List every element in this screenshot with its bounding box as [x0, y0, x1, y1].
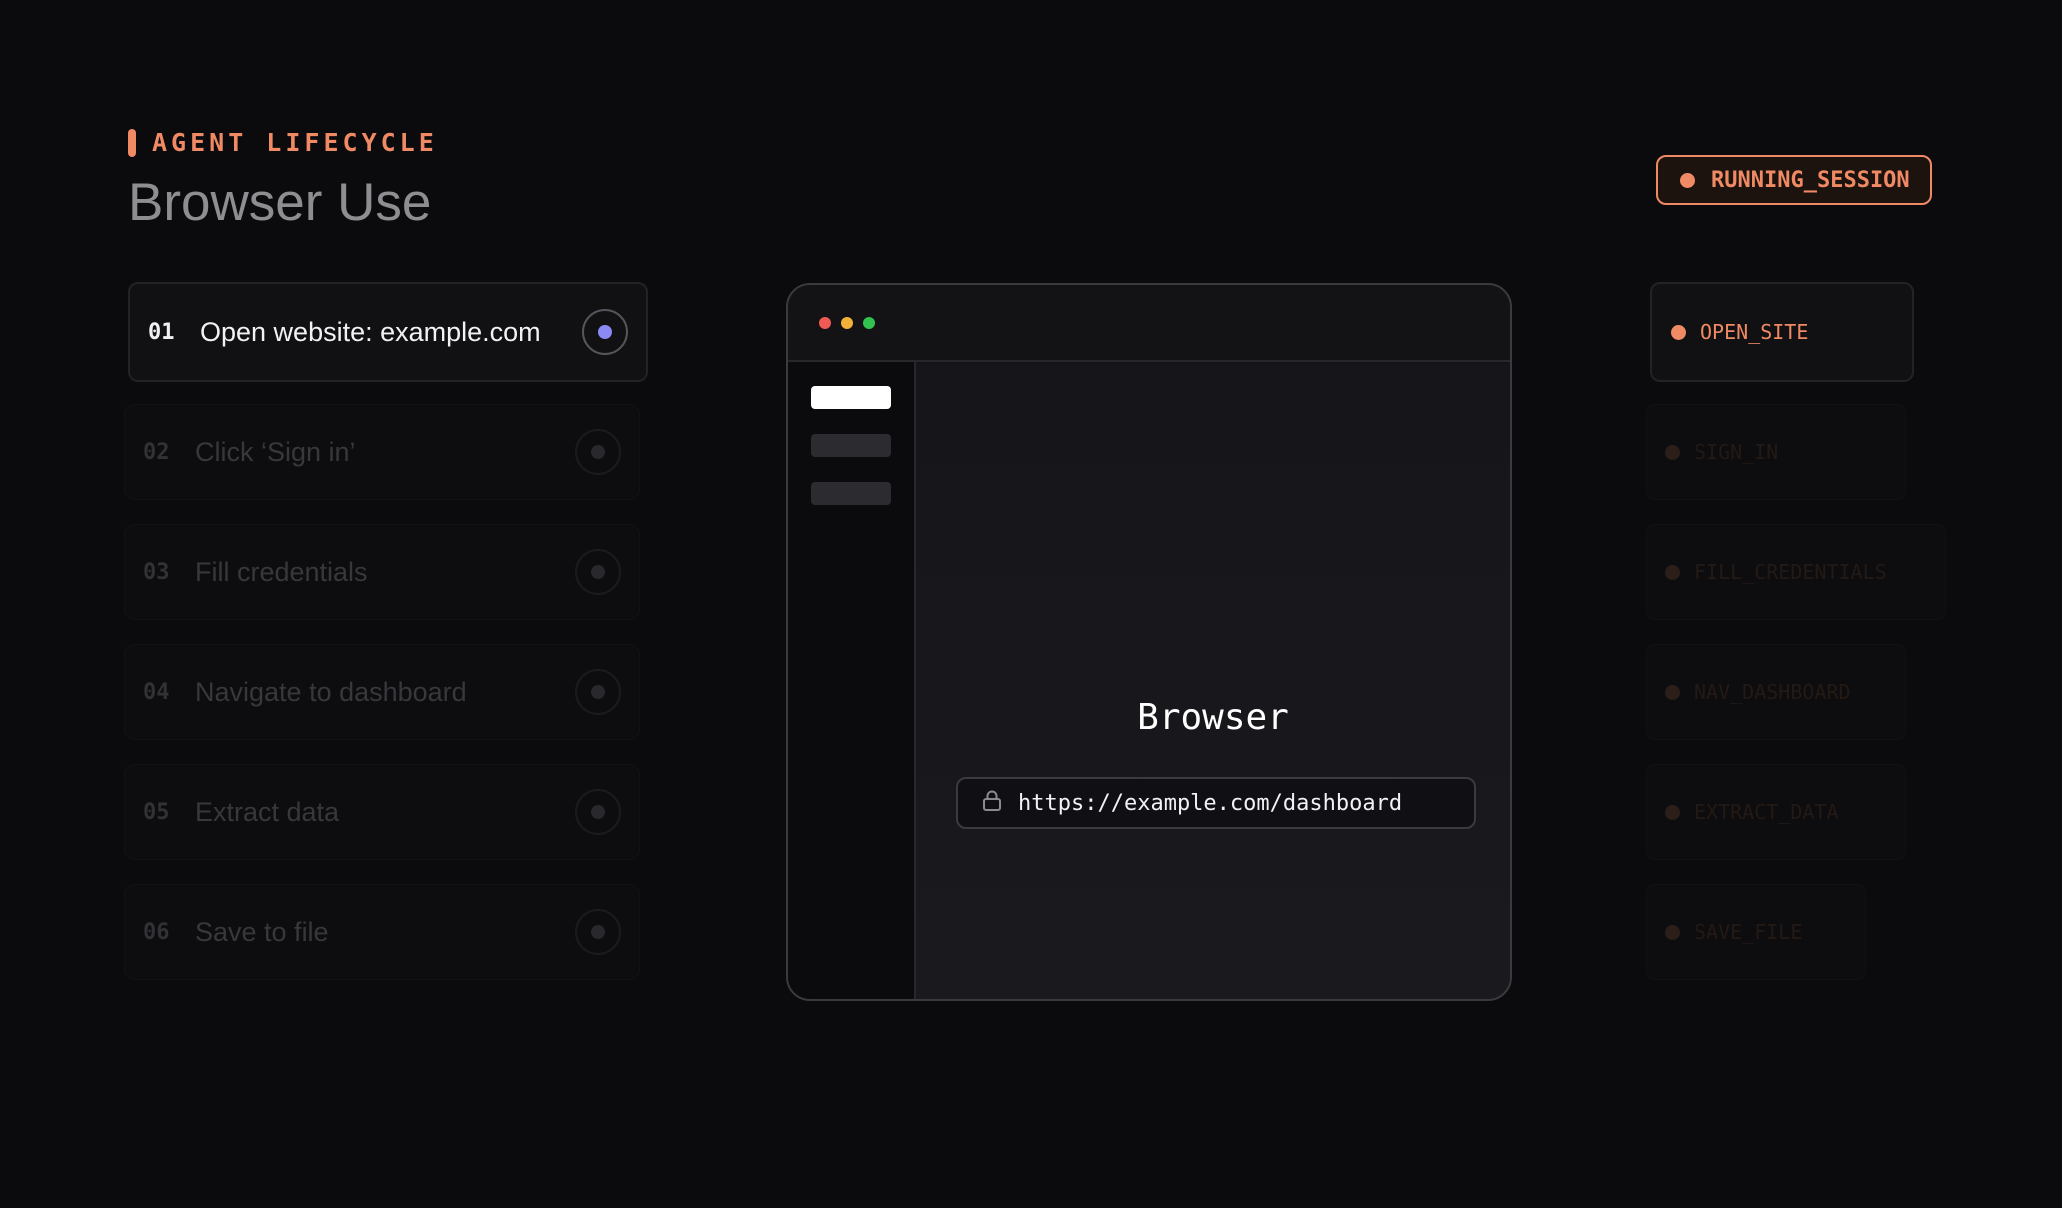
step-label: Fill credentials	[195, 556, 368, 587]
action-tag: OPEN_SITE	[1650, 282, 1914, 382]
browser-window: Browser https://example.com/dashboard	[786, 283, 1512, 1001]
step-status-dot-icon	[591, 565, 605, 579]
step-item[interactable]: 05 Extract data	[124, 764, 640, 860]
action-label: OPEN_SITE	[1700, 320, 1809, 344]
status-dot-icon	[1680, 172, 1695, 188]
step-item[interactable]: 01 Open website: example.com	[128, 282, 648, 382]
action-status-dot-icon	[1665, 564, 1680, 580]
action-tag: NAV_DASHBOARD	[1646, 644, 1906, 740]
lock-icon	[982, 790, 1002, 817]
section-eyebrow: AGENT LIFECYCLE	[128, 128, 438, 157]
step-item[interactable]: 03 Fill credentials	[124, 524, 640, 620]
step-number: 03	[143, 559, 170, 585]
step-status-indicator	[582, 309, 628, 355]
browser-titlebar	[788, 285, 1510, 362]
step-number: 05	[143, 799, 170, 825]
step-number: 06	[143, 919, 170, 945]
action-status-dot-icon	[1665, 684, 1680, 700]
step-label: Click ‘Sign in’	[195, 436, 356, 467]
step-number: 01	[148, 319, 175, 345]
action-label: SAVE_FILE	[1694, 920, 1803, 944]
address-bar[interactable]: https://example.com/dashboard	[956, 777, 1476, 829]
action-tag: FILL_CREDENTIALS	[1646, 524, 1946, 620]
step-status-dot-icon	[591, 685, 605, 699]
sidebar-item[interactable]	[811, 434, 891, 457]
action-status-dot-icon	[1671, 324, 1686, 340]
sidebar-item-active[interactable]	[811, 386, 891, 409]
session-status-badge: RUNNING_SESSION	[1656, 155, 1932, 205]
step-label: Extract data	[195, 796, 340, 827]
eyebrow-label: AGENT LIFECYCLE	[152, 128, 438, 157]
page-title: Browser Use	[128, 173, 432, 232]
action-status-dot-icon	[1665, 924, 1680, 940]
browser-content-title: Browser	[1137, 697, 1289, 738]
action-tag: SAVE_FILE	[1646, 884, 1866, 980]
session-status-label: RUNNING_SESSION	[1711, 167, 1910, 193]
step-status-dot-icon	[591, 925, 605, 939]
step-label: Save to file	[195, 916, 329, 947]
address-bar-url: https://example.com/dashboard	[1018, 790, 1403, 816]
action-tag: SIGN_IN	[1646, 404, 1906, 500]
step-status-indicator	[575, 429, 621, 475]
step-number: 02	[143, 439, 170, 465]
action-label: FILL_CREDENTIALS	[1694, 560, 1887, 584]
minimize-window-icon[interactable]	[841, 316, 853, 329]
step-item[interactable]: 04 Navigate to dashboard	[124, 644, 640, 740]
step-status-dot-icon	[598, 325, 612, 339]
step-label: Open website: example.com	[200, 316, 541, 347]
step-label: Navigate to dashboard	[195, 676, 467, 707]
step-item[interactable]: 02 Click ‘Sign in’	[124, 404, 640, 500]
step-status-indicator	[575, 909, 621, 955]
browser-content: Browser https://example.com/dashboard	[916, 364, 1510, 999]
action-label: NAV_DASHBOARD	[1694, 680, 1851, 704]
step-status-indicator	[575, 549, 621, 595]
browser-sidebar	[788, 362, 916, 999]
step-number: 04	[143, 679, 170, 705]
step-status-indicator	[575, 789, 621, 835]
step-status-indicator	[575, 669, 621, 715]
action-status-dot-icon	[1665, 444, 1680, 460]
close-window-icon[interactable]	[819, 316, 831, 329]
step-item[interactable]: 06 Save to file	[124, 884, 640, 980]
step-status-dot-icon	[591, 805, 605, 819]
action-label: EXTRACT_DATA	[1694, 800, 1839, 824]
action-tag: EXTRACT_DATA	[1646, 764, 1906, 860]
eyebrow-accent-bar	[128, 128, 136, 157]
action-status-dot-icon	[1665, 804, 1680, 820]
sidebar-item[interactable]	[811, 482, 891, 505]
maximize-window-icon[interactable]	[863, 316, 875, 329]
action-label: SIGN_IN	[1694, 440, 1779, 464]
step-status-dot-icon	[591, 445, 605, 459]
